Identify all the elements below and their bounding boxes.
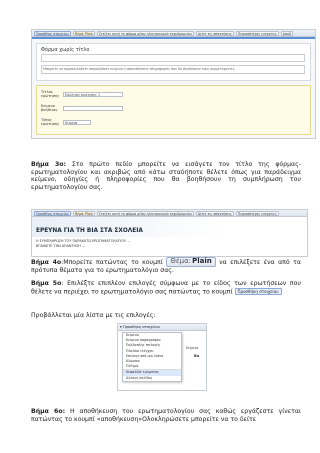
editor-accent-bar xyxy=(32,37,315,39)
form-title-field[interactable] xyxy=(41,54,305,62)
email-form-tab[interactable]: Στείλτε αυτή τη φόρμα μέσω ηλεκτρονικού … xyxy=(96,30,194,36)
question-type-select[interactable]: Κείμενο xyxy=(63,119,91,125)
step4-paragraph: Βήμα 4ο:Μπορείτε πατώντας το κουμπί Θέμα… xyxy=(31,257,301,274)
form-title-2: ΕΡΕΥΝΑ ΓΙΑ ΤΗ ΒΙΑ ΣΤΑ ΣΧΟΛΕΙΑ xyxy=(36,228,143,234)
menu-item-page-break[interactable]: Αλλαγή σελίδας xyxy=(123,376,181,381)
save-tab[interactable]: Αποθ xyxy=(280,30,293,36)
step6-paragraph: Βήμα 6ο: Η αποθήκευση του ερωτηματολογίο… xyxy=(31,408,301,423)
side-field-label: Κείμενο xyxy=(186,346,199,350)
theme-plain-button[interactable]: Θέμα:Plain xyxy=(166,257,216,267)
step4-label: Βήμα 4ο xyxy=(31,258,62,266)
form-title[interactable]: Φόρμα χωρίς τίτλο xyxy=(41,47,89,53)
question-panel: Τίτλος ερώτησης Ερώτηση ερώτησης 1 Κείμε… xyxy=(36,85,311,135)
dropdown-header[interactable]: ▾ Προσθήκη στοιχείου xyxy=(118,324,206,331)
themed-toolbar: Προσθήκη στοιχείου Θέμα: Plain Στείλτε α… xyxy=(32,210,307,217)
theme-button[interactable]: Θέμα: Plain xyxy=(72,30,95,36)
theme-plain-label: Θέμα: xyxy=(170,257,192,265)
form-editor-screenshot: Προσθήκη στοιχείου Θέμα: Plain Στείλτε α… xyxy=(31,29,316,139)
help-text-input[interactable] xyxy=(63,105,123,111)
step4-text-before: :Μπορείτε πατώντας το κουμπί xyxy=(61,258,163,266)
email-form-tab-2[interactable]: Στείλτε αυτή τη φόρμα μέσω ηλεκτρονικού … xyxy=(96,210,194,216)
step5-paragraph: Βήμα 5ο: Επιλέξτε επιπλέον επιλογές σύμφ… xyxy=(31,280,301,296)
form-banner: ΕΡΕΥΝΑ ΓΙΑ ΤΗ ΒΙΑ ΣΤΑ ΣΧΟΛΕΙΑ xyxy=(32,217,307,237)
add-item-inline-button[interactable]: Προσθήκη στοιχείου xyxy=(234,287,282,295)
editor-toolbar: Προσθήκη στοιχείου Θέμα: Plain Στείλτε α… xyxy=(32,30,315,37)
step5-label: Βήμα 5ο xyxy=(31,280,62,287)
step3-text: Στο πρώτο πεδίο μπορείτε να εισάγετε τον… xyxy=(31,161,301,191)
add-item-button-2[interactable]: Προσθήκη στοιχείου xyxy=(34,210,71,216)
form-line-2: ΒΓΑΙΝΕΤΕ ΤΗΝ ΑΠΑΝΤΗΣΗ ... xyxy=(36,244,86,248)
side-field-value: Βα xyxy=(194,354,200,358)
themed-form-screenshot: Προσθήκη στοιχείου Θέμα: Plain Στείλτε α… xyxy=(31,209,308,257)
help-text-label: Κείμενο βοήθειας xyxy=(41,104,58,112)
form-description-field[interactable]: Μπορείτε να συμπεριλάβετε οποιοδήποτε κε… xyxy=(41,65,305,74)
step5-list-intro: Προβάλλεται μία λίστα με τις επιλογές: xyxy=(31,312,156,319)
dropdown-header-label: Προσθήκη στοιχείου xyxy=(122,325,160,329)
theme-button-2[interactable]: Θέμα: Plain xyxy=(72,210,95,216)
more-actions-tab-2[interactable]: Περισσότερες ενέργειες xyxy=(235,210,279,216)
dropdown-list: Κείμενο Κείμενο παραγράφου Πολλαπλής επι… xyxy=(122,332,182,382)
theme-plain-value: Plain xyxy=(192,257,212,265)
view-responses-tab[interactable]: Δείτε τις απαντήσεις xyxy=(195,30,234,36)
step3-label: Βήμα 3ο: xyxy=(31,161,67,168)
add-item-dropdown-screenshot: ▾ Προσθήκη στοιχείου Κείμενο Κείμενο παρ… xyxy=(117,323,207,391)
form-header-panel: Φόρμα χωρίς τίτλο Μπορείτε να συμπεριλάβ… xyxy=(36,43,311,81)
view-responses-tab-2[interactable]: Δείτε τις απαντήσεις xyxy=(195,210,234,216)
step6-label: Βήμα 6ο: xyxy=(31,408,66,415)
more-actions-tab[interactable]: Περισσότερες ενέργειες xyxy=(235,30,279,36)
question-type-label: Τύπος ερώτησης xyxy=(41,118,60,126)
add-item-button[interactable]: Προσθήκη στοιχείου xyxy=(34,30,71,36)
question-title-input[interactable]: Ερώτηση ερώτησης 1 xyxy=(63,91,123,97)
step3-paragraph: Βήμα 3ο: Στο πρώτο πεδίο μπορείτε να εισ… xyxy=(31,161,301,191)
question-title-label: Τίτλος ερώτησης xyxy=(41,90,60,98)
step6-text: Η αποθήκευση του ερωτηματολογίου σας καθ… xyxy=(31,408,301,423)
